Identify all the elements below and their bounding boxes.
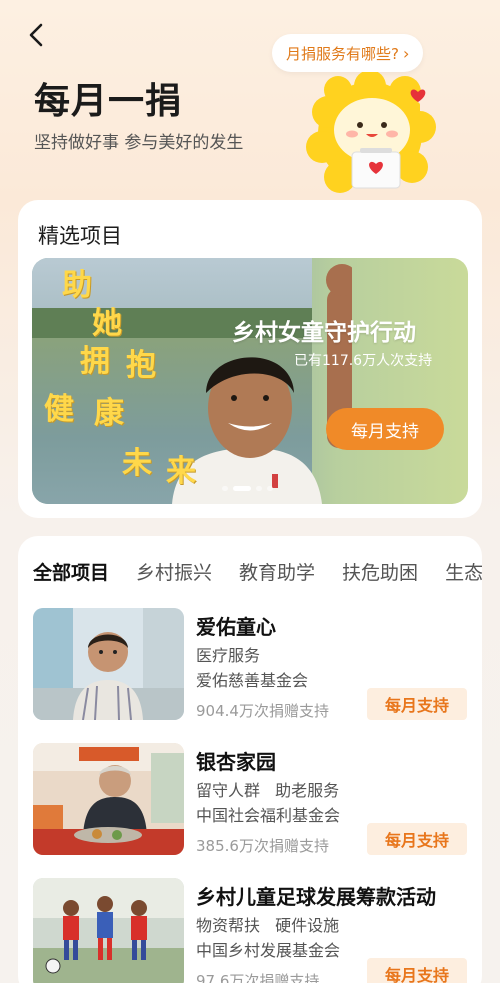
project-name: 银杏家园 [196,750,276,774]
slogan-char: 拥 [80,344,110,379]
project-organization: 中国社会福利基金会 [196,806,341,825]
back-arrow-icon[interactable] [22,20,52,50]
slogan-char: 康 [94,396,124,431]
carousel-dot [256,486,262,491]
sun-mascot-illustration [306,72,436,193]
project-thumbnail [33,608,184,720]
boy-photo [33,608,184,720]
monthly-support-button[interactable]: 每月支持 [367,688,467,720]
project-name: 爱佑童心 [196,615,276,639]
faq-button[interactable]: 月捐服务有哪些? › [272,34,424,72]
project-name: 乡村儿童足球发展筹款活动 [196,885,436,909]
tab-rural-revitalization[interactable]: 乡村振兴 [136,558,212,585]
project-donation-count: 385.6万次捐赠支持 [196,837,329,855]
project-tag: 医疗服务 [196,646,261,665]
children-football-photo [33,878,184,983]
project-thumbnail [33,743,184,855]
project-tag: 留守人群 [196,781,261,800]
project-tag: 助老服务 [275,781,340,800]
monthly-support-button[interactable]: 每月支持 [367,823,467,855]
project-donation-count: 904.4万次捐赠支持 [196,702,329,720]
tab-poverty-relief[interactable]: 扶危助困 [342,558,418,585]
project-tags: 物资帮扶 硬件设施 [196,912,349,936]
slogan-char: 助 [62,268,92,303]
project-thumbnail [33,878,184,983]
slogan-char: 来 [166,454,196,489]
featured-banner[interactable]: 助 她 拥 抱 健 康 未 来 乡村女童守护行动 已有117.6万人次支持 每月… [32,258,468,504]
monthly-support-button[interactable]: 每月支持 [367,958,467,983]
faq-label: 月捐服务有哪些? [286,44,399,63]
carousel-dot-active [233,486,251,491]
carousel-indicator [222,486,273,491]
banner-title: 乡村女童守护行动 [232,320,416,346]
featured-section-title: 精选项目 [38,224,122,248]
page-title: 每月一捐 [34,81,183,122]
slogan-char: 未 [122,446,152,481]
project-tags: 留守人群 助老服务 [196,777,349,801]
elderly-dining-photo [33,743,184,855]
project-organization: 中国乡村发展基金会 [196,941,341,960]
featured-projects-card: 精选项目 助 她 拥 抱 健 康 未 来 乡村女童守护行动 已有117.6万人次… [18,200,482,518]
project-item[interactable]: 乡村儿童足球发展筹款活动 物资帮扶 硬件设施 中国乡村发展基金会 97.6万次捐… [33,878,473,983]
project-item[interactable]: 银杏家园 留守人群 助老服务 中国社会福利基金会 385.6万次捐赠支持 每月支… [33,743,473,855]
tab-all-projects[interactable]: 全部项目 [33,558,109,585]
banner-support-count: 已有117.6万人次支持 [294,353,433,369]
project-item[interactable]: 爱佑童心 医疗服务 爱佑慈善基金会 904.4万次捐赠支持 每月支持 [33,608,473,720]
project-tags: 医疗服务 [196,642,270,666]
banner-handwritten-slogan: 助 她 拥 抱 健 康 未 来 [40,258,220,498]
carousel-dot [267,486,273,491]
tab-education[interactable]: 教育助学 [239,558,315,585]
project-donation-count: 97.6万次捐赠支持 [196,972,320,983]
project-tag: 硬件设施 [275,916,340,935]
projects-list-card: 全部项目 乡村振兴 教育助学 扶危助困 生态 爱佑童心 医疗服务 爱佑慈善基金会… [18,536,482,983]
tab-ecology[interactable]: 生态 [445,558,482,585]
banner-monthly-support-button[interactable]: 每月支持 [326,408,444,450]
project-tag: 物资帮扶 [196,916,261,935]
chevron-right-icon: › [402,43,410,63]
project-organization: 爱佑慈善基金会 [196,671,309,690]
slogan-char: 健 [44,392,74,427]
page-subtitle: 坚持做好事 参与美好的发生 [34,133,244,153]
carousel-dot [222,486,228,491]
category-tabs: 全部项目 乡村振兴 教育助学 扶危助困 生态 [33,558,482,585]
slogan-char: 抱 [126,348,156,383]
